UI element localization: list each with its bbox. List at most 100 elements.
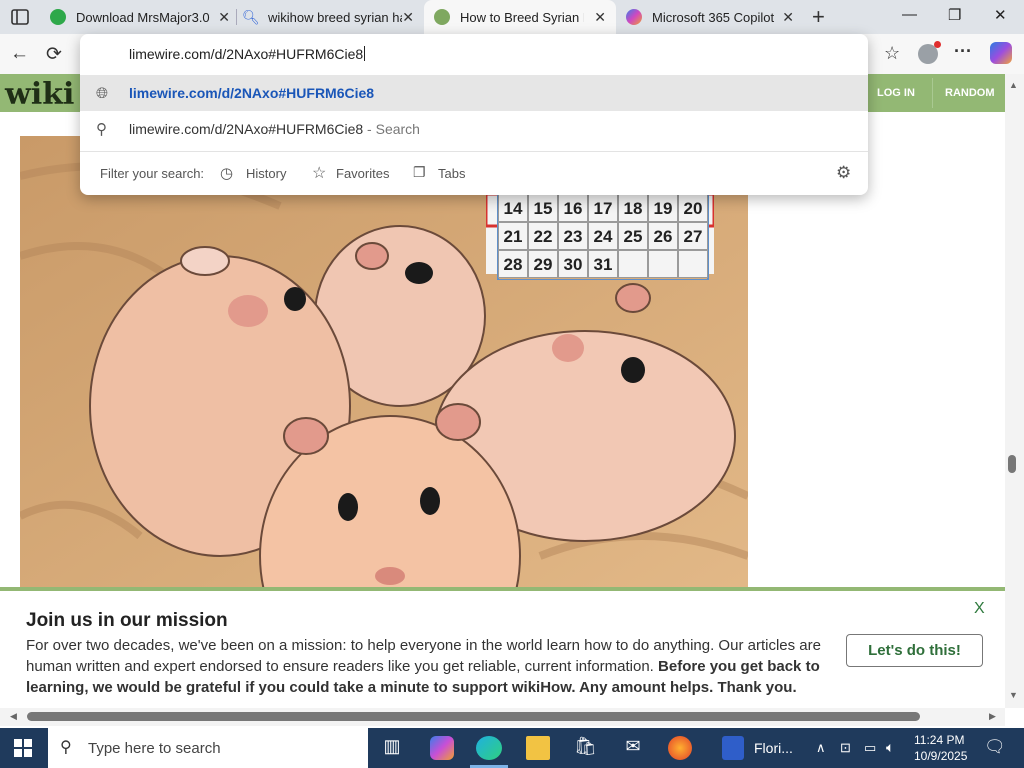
file-explorer-icon[interactable]	[526, 736, 550, 760]
scroll-up-icon[interactable]: ▲	[1009, 80, 1018, 90]
nav-login-link[interactable]: LOG IN	[877, 87, 915, 99]
address-input[interactable]: limewire.com/d/2NAxo#HUFRM6Cie8	[129, 46, 366, 62]
gear-icon[interactable]: ⚙	[836, 163, 851, 183]
tab-favicon-icon	[626, 9, 642, 25]
restore-icon[interactable]: ❐	[948, 6, 961, 24]
globe-icon: 🌐︎	[96, 84, 109, 102]
calendar-day	[618, 250, 648, 278]
close-window-icon[interactable]: ✕	[994, 6, 1007, 24]
search-icon: ⚲	[96, 121, 107, 138]
history-icon: ◷	[220, 165, 234, 182]
calendar-day: 14	[498, 194, 528, 222]
search-icon: 🔍︎	[242, 8, 260, 25]
calendar-day: 26	[648, 222, 678, 250]
tab-title: wikihow breed syrian ha	[268, 9, 403, 25]
tab-favicon-icon	[50, 9, 66, 25]
nav-divider	[932, 78, 933, 108]
volume-icon[interactable]: 🔈︎	[886, 739, 894, 756]
network-icon[interactable]: ▭	[864, 740, 876, 756]
calendar-day: 22	[528, 222, 558, 250]
meet-now-icon[interactable]: ⊡	[840, 740, 851, 756]
horizontal-scroll-thumb[interactable]	[27, 712, 920, 721]
calendar-day: 24	[588, 222, 618, 250]
suggestion-suffix: - Search	[363, 121, 420, 137]
minimize-icon[interactable]: —	[902, 6, 917, 23]
tab-strip: Download MrsMajor3.0 ✕ 🔍︎ wikihow breed …	[0, 0, 1024, 34]
task-view-icon[interactable]: ▥	[382, 736, 402, 760]
calendar-day: 19	[648, 194, 678, 222]
address-bar-dropdown: limewire.com/d/2NAxo#HUFRM6Cie8 🌐︎ limew…	[80, 34, 868, 195]
firefox-icon[interactable]	[668, 736, 692, 760]
banner-text: For over two decades, we've been on a mi…	[26, 635, 826, 698]
taskbar-app-label[interactable]: Flori...	[754, 740, 793, 756]
suggestion-text: limewire.com/d/2NAxo#HUFRM6Cie8	[129, 85, 375, 101]
clock-time[interactable]: 11:24 PM	[914, 733, 964, 747]
tab-copilot[interactable]: Microsoft 365 Copilot - ✕	[616, 0, 804, 34]
filter-favorites[interactable]: Favorites	[336, 166, 389, 181]
scroll-right-icon[interactable]: ▶	[989, 711, 996, 722]
refresh-icon[interactable]: ⟳	[46, 43, 62, 66]
tab-actions-icon[interactable]	[8, 6, 32, 28]
calendar-day: 16	[558, 194, 588, 222]
tab-close-icon[interactable]: ✕	[594, 9, 606, 26]
new-tab-icon[interactable]: +	[812, 4, 825, 30]
tab-title: Microsoft 365 Copilot -	[652, 9, 778, 25]
tab-favicon-icon	[434, 9, 450, 25]
calendar-day: 30	[558, 250, 588, 278]
word-icon[interactable]	[722, 736, 744, 760]
nav-random-link[interactable]: RANDOM	[945, 87, 995, 99]
suggestion-text: limewire.com/d/2NAxo#HUFRM6Cie8 - Search	[129, 121, 420, 137]
tab-title: How to Breed Syrian Ha	[460, 9, 584, 25]
windows-start-icon[interactable]	[14, 739, 32, 757]
tab-download-mrsmajor[interactable]: Download MrsMajor3.0 ✕	[40, 0, 240, 34]
taskbar-search-placeholder: Type here to search	[88, 740, 221, 757]
store-icon[interactable]: 🛍︎	[574, 736, 597, 760]
calendar-day: 21	[498, 222, 528, 250]
suggestion-url[interactable]: 🌐︎ limewire.com/d/2NAxo#HUFRM6Cie8	[80, 75, 868, 111]
tab-close-icon[interactable]: ✕	[218, 9, 230, 26]
calendar-day: 17	[588, 194, 618, 222]
scroll-down-icon[interactable]: ▼	[1009, 690, 1018, 700]
search-icon: ⚲	[60, 739, 72, 756]
chevron-up-icon[interactable]: ∧	[816, 740, 826, 756]
taskbar-search-box[interactable]: ⚲ Type here to search	[48, 728, 368, 768]
suggestion-query: limewire.com/d/2NAxo#HUFRM6Cie8	[129, 121, 364, 137]
tab-close-icon[interactable]: ✕	[402, 9, 414, 26]
copilot-icon[interactable]	[990, 42, 1012, 64]
filter-history[interactable]: History	[246, 166, 286, 181]
edge-icon[interactable]	[476, 736, 502, 760]
calendar-day: 18	[618, 194, 648, 222]
banner-close-button[interactable]: X	[974, 600, 985, 618]
lets-do-this-button[interactable]: Let's do this!	[846, 634, 983, 667]
taskbar: ⚲ Type here to search ▥ 🛍︎ ✉ Flori... ∧ …	[0, 728, 1024, 768]
filter-bar: Filter your search: ◷ History ☆ Favorite…	[80, 151, 868, 195]
tabs-icon: ❐	[413, 164, 426, 180]
calendar-day: 25	[618, 222, 648, 250]
calendar-day	[648, 250, 678, 278]
favorites-icon[interactable]: ☆	[884, 43, 900, 64]
favorites-icon: ☆	[312, 165, 327, 182]
tab-close-icon[interactable]: ✕	[782, 9, 794, 26]
mail-icon[interactable]: ✉	[622, 736, 644, 760]
calendar-day: 28	[498, 250, 528, 278]
more-options-icon[interactable]: ···	[954, 41, 972, 62]
back-icon[interactable]: ←	[10, 43, 29, 65]
vertical-scroll-thumb[interactable]	[1008, 455, 1016, 473]
vertical-scrollbar[interactable]	[1005, 74, 1024, 708]
filter-label: Filter your search:	[100, 166, 205, 181]
copilot-taskbar-icon[interactable]	[430, 736, 454, 760]
tab-how-to-breed[interactable]: How to Breed Syrian Ha ✕	[424, 0, 616, 34]
calendar-day	[678, 250, 708, 278]
clock-date[interactable]: 10/9/2025	[914, 749, 967, 763]
suggestion-search[interactable]: ⚲ limewire.com/d/2NAxo#HUFRM6Cie8 - Sear…	[80, 111, 868, 147]
scroll-left-icon[interactable]: ◀	[10, 711, 17, 722]
notifications-icon[interactable]: 🗨︎	[984, 737, 1006, 757]
text-caret	[364, 46, 366, 61]
banner-title: Join us in our mission	[26, 610, 228, 631]
calendar-day: 20	[678, 194, 708, 222]
site-logo[interactable]: wiki	[5, 77, 74, 112]
tab-wikihow-search[interactable]: 🔍︎ wikihow breed syrian ha ✕	[232, 0, 424, 34]
notification-dot	[934, 41, 941, 48]
tab-title: Download MrsMajor3.0	[76, 9, 210, 25]
filter-tabs[interactable]: Tabs	[438, 166, 465, 181]
